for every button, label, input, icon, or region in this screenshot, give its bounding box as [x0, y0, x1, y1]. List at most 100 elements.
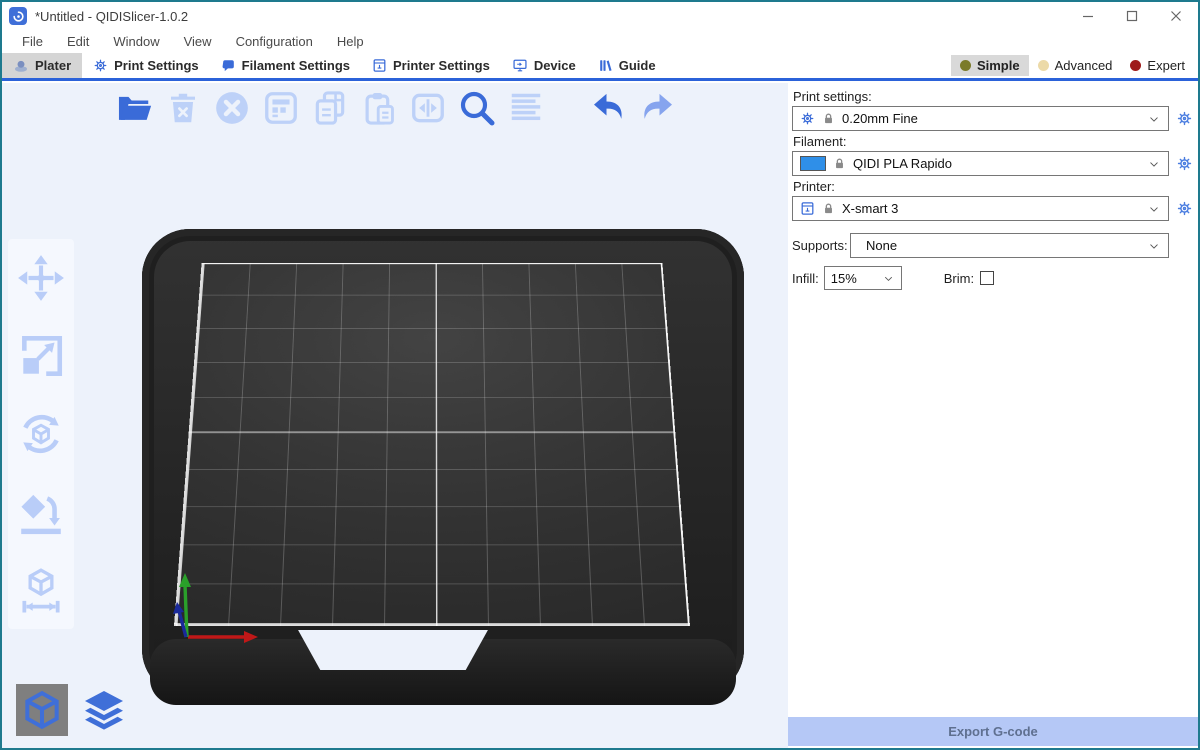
mode-advanced[interactable]: Advanced	[1029, 55, 1122, 76]
supports-select[interactable]: None	[850, 233, 1169, 258]
split-objects-icon[interactable]	[408, 88, 448, 128]
brim-label: Brim:	[944, 271, 974, 286]
redo-icon[interactable]	[637, 88, 677, 128]
tab-plater[interactable]: Plater	[2, 53, 82, 78]
tab-label: Plater	[35, 58, 71, 73]
view-toolbar	[16, 684, 130, 736]
mode-label: Simple	[977, 58, 1020, 73]
app-window: *Untitled - QIDISlicer-1.0.2 File Edit W…	[0, 0, 1200, 750]
delete-all-icon[interactable]	[212, 88, 252, 128]
chevron-down-icon	[1147, 239, 1161, 253]
advanced-dot-icon	[1038, 60, 1049, 71]
open-icon[interactable]	[114, 88, 154, 128]
chevron-down-icon	[1147, 112, 1161, 126]
print-settings-label: Print settings:	[793, 89, 1194, 104]
gizmo-toolbar	[8, 239, 74, 629]
title-bar: *Untitled - QIDISlicer-1.0.2	[2, 2, 1198, 30]
tab-print-settings[interactable]: Print Settings	[82, 53, 210, 78]
infill-label: Infill:	[792, 271, 819, 286]
filament-color-swatch	[800, 156, 826, 171]
menu-configuration[interactable]: Configuration	[224, 32, 325, 51]
printer-icon	[800, 201, 815, 216]
gear-icon	[93, 58, 108, 73]
mode-expert[interactable]: Expert	[1121, 55, 1194, 76]
menu-file[interactable]: File	[10, 32, 55, 51]
menu-edit[interactable]: Edit	[55, 32, 101, 51]
copy-icon[interactable]	[310, 88, 350, 128]
tab-label: Guide	[619, 58, 656, 73]
search-icon[interactable]	[457, 88, 497, 128]
expert-dot-icon	[1130, 60, 1141, 71]
tab-label: Device	[534, 58, 576, 73]
menu-view[interactable]: View	[172, 32, 224, 51]
brim-checkbox[interactable]	[980, 271, 994, 285]
chevron-down-icon	[1147, 157, 1161, 171]
filament-select[interactable]: QIDI PLA Rapido	[792, 151, 1169, 176]
maximize-button[interactable]	[1110, 2, 1154, 30]
preview-view-icon[interactable]	[78, 684, 130, 736]
print-settings-gear-button[interactable]	[1174, 110, 1194, 127]
printer-bed-handle-cutout	[292, 630, 494, 670]
menu-bar: File Edit Window View Configuration Help	[2, 30, 1198, 53]
settings-sidebar: Print settings: 0.20mm Fine Filament: QI…	[788, 83, 1198, 748]
undo-icon[interactable]	[589, 88, 629, 128]
plater-toolbar	[114, 88, 677, 128]
place-on-face-icon[interactable]	[16, 487, 66, 537]
tab-label: Print Settings	[114, 58, 199, 73]
tab-bar: Plater Print Settings Filament Settings …	[2, 53, 1198, 81]
device-icon	[512, 58, 528, 73]
printer-gear-button[interactable]	[1174, 200, 1194, 217]
filament-gear-button[interactable]	[1174, 155, 1194, 172]
minimize-button[interactable]	[1066, 2, 1110, 30]
coordinate-axes	[152, 549, 272, 649]
infill-value: 15%	[831, 271, 857, 286]
mode-label: Expert	[1147, 58, 1185, 73]
print-settings-value: 0.20mm Fine	[842, 111, 918, 126]
paste-icon[interactable]	[359, 88, 399, 128]
export-gcode-button[interactable]: Export G-code	[788, 717, 1198, 746]
mode-label: Advanced	[1055, 58, 1113, 73]
printer-value: X-smart 3	[842, 201, 898, 216]
mode-selector: Simple Advanced Expert	[951, 53, 1198, 78]
measure-icon[interactable]	[16, 565, 66, 615]
rotate-icon[interactable]	[16, 409, 66, 459]
tab-label: Filament Settings	[242, 58, 350, 73]
scale-icon[interactable]	[16, 331, 66, 381]
supports-label: Supports:	[792, 238, 848, 253]
window-title: *Untitled - QIDISlicer-1.0.2	[35, 9, 188, 24]
infill-select[interactable]: 15%	[824, 266, 902, 290]
app-logo-icon	[9, 7, 27, 25]
simple-dot-icon	[960, 60, 971, 71]
close-button[interactable]	[1154, 2, 1198, 30]
tab-label: Printer Settings	[393, 58, 490, 73]
menu-window[interactable]: Window	[101, 32, 171, 51]
guide-icon	[598, 58, 613, 73]
printer-label: Printer:	[793, 179, 1194, 194]
tab-filament-settings[interactable]: Filament Settings	[210, 53, 361, 78]
tab-guide[interactable]: Guide	[587, 53, 667, 78]
tab-device[interactable]: Device	[501, 53, 587, 78]
mode-simple[interactable]: Simple	[951, 55, 1029, 76]
filament-label: Filament:	[793, 134, 1194, 149]
chevron-down-icon	[1147, 202, 1161, 216]
printer-icon	[372, 58, 387, 73]
filament-value: QIDI PLA Rapido	[853, 156, 952, 171]
plater-3d-viewport[interactable]	[2, 83, 788, 748]
move-icon[interactable]	[16, 253, 66, 303]
delete-icon[interactable]	[163, 88, 203, 128]
menu-help[interactable]: Help	[325, 32, 376, 51]
plater-icon	[13, 58, 29, 74]
3d-editor-view-icon[interactable]	[16, 684, 68, 736]
print-settings-select[interactable]: 0.20mm Fine	[792, 106, 1169, 131]
supports-value: None	[866, 238, 897, 253]
tab-printer-settings[interactable]: Printer Settings	[361, 53, 501, 78]
lock-icon	[822, 112, 835, 125]
printer-select[interactable]: X-smart 3	[792, 196, 1169, 221]
variable-layer-height-icon[interactable]	[506, 88, 546, 128]
arrange-icon[interactable]	[261, 88, 301, 128]
chevron-down-icon	[882, 272, 895, 285]
lock-icon	[822, 202, 835, 215]
filament-icon	[221, 58, 236, 73]
lock-icon	[833, 157, 846, 170]
gear-icon	[800, 111, 815, 126]
